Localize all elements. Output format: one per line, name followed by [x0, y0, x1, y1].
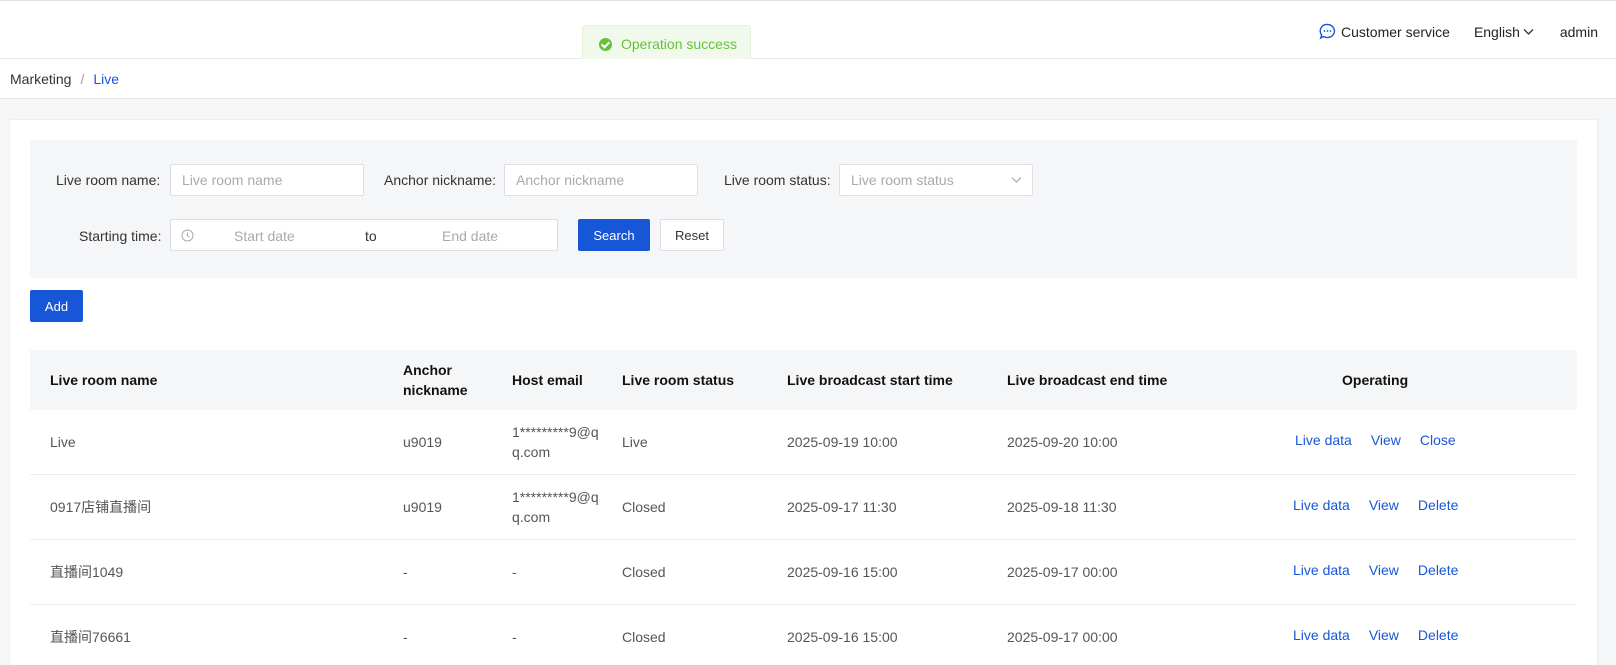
- view-link[interactable]: View: [1371, 432, 1401, 448]
- date-range-picker[interactable]: Start date to End date: [170, 219, 558, 251]
- room-name-label: Live room name:: [56, 172, 161, 188]
- status-cell: Closed: [622, 564, 666, 580]
- view-link[interactable]: View: [1369, 562, 1399, 578]
- chevron-down-icon: [1011, 177, 1022, 183]
- check-circle-icon: [599, 37, 612, 51]
- room-status-select[interactable]: Live room status: [839, 164, 1033, 196]
- language-selector[interactable]: English: [1474, 24, 1534, 40]
- view-link[interactable]: View: [1369, 627, 1399, 643]
- header-actions: Customer service English admin: [1319, 23, 1598, 40]
- end-time-cell: 2025-09-17 00:00: [1007, 564, 1118, 580]
- live-data-link[interactable]: Live data: [1293, 562, 1350, 578]
- row-actions: Live data View Delete: [1293, 497, 1477, 513]
- range-separator: to: [365, 228, 377, 244]
- chat-bubble-icon: [1319, 23, 1336, 40]
- chevron-down-icon: [1523, 28, 1534, 35]
- user-menu[interactable]: admin: [1560, 24, 1598, 40]
- language-label: English: [1473, 23, 1520, 40]
- delete-link[interactable]: Delete: [1418, 627, 1458, 643]
- breadcrumb-current: Live: [93, 70, 120, 87]
- email-cell: 1*********9@qq.com: [512, 424, 599, 460]
- breadcrumb: Marketing / Live: [0, 59, 1616, 99]
- start-time-cell: 2025-09-19 10:00: [787, 434, 898, 450]
- start-time-cell: 2025-09-16 15:00: [787, 564, 898, 580]
- column-header: Anchor nickname: [403, 362, 468, 398]
- end-date-input[interactable]: End date: [442, 228, 498, 244]
- anchor-cell: -: [403, 629, 408, 645]
- room-name-cell: 0917店铺直播间: [50, 499, 152, 515]
- starting-time-label: Starting time:: [79, 228, 162, 244]
- top-bar: Customer service English admin: [0, 0, 1616, 59]
- table-row: 直播间76661 - - Closed 2025-09-16 15:00 202…: [30, 605, 1577, 665]
- row-actions: Live data View Delete: [1293, 562, 1477, 578]
- customer-service-link[interactable]: Customer service: [1319, 23, 1450, 40]
- close-link[interactable]: Close: [1420, 432, 1456, 448]
- table-row: 0917店铺直播间 u9019 1*********9@qq.com Close…: [30, 475, 1577, 540]
- room-name-input[interactable]: Live room name: [170, 164, 364, 196]
- room-status-label: Live room status:: [724, 172, 831, 188]
- search-button[interactable]: Search: [578, 219, 650, 251]
- add-button[interactable]: Add: [30, 290, 83, 322]
- clock-icon: [181, 229, 194, 242]
- filter-panel: Live room name: Live room name Anchor ni…: [30, 140, 1577, 278]
- table-row: Live u9019 1*********9@qq.com Live 2025-…: [30, 410, 1577, 475]
- delete-link[interactable]: Delete: [1418, 497, 1458, 513]
- live-data-link[interactable]: Live data: [1293, 497, 1350, 513]
- column-header: Live room status: [622, 372, 735, 388]
- live-data-link[interactable]: Live data: [1295, 432, 1352, 448]
- column-header: Operating: [1342, 372, 1409, 388]
- start-time-cell: 2025-09-16 15:00: [787, 629, 898, 645]
- live-data-link[interactable]: Live data: [1293, 627, 1350, 643]
- table-header: Live room name Anchor nickname Host emai…: [30, 350, 1577, 410]
- room-name-cell: 直播间76661: [50, 629, 131, 645]
- live-room-table: Live room name Anchor nickname Host emai…: [30, 350, 1577, 665]
- success-toast: Operation success: [582, 25, 751, 63]
- email-cell: -: [512, 564, 517, 580]
- anchor-nickname-label: Anchor nickname:: [384, 172, 497, 188]
- anchor-cell: -: [403, 564, 408, 580]
- customer-service-label: Customer service: [1341, 23, 1450, 40]
- room-name-cell: 直播间1049: [50, 564, 124, 580]
- column-header: Live broadcast end time: [1007, 372, 1168, 388]
- reset-button[interactable]: Reset: [660, 219, 724, 251]
- content-card: Live room name: Live room name Anchor ni…: [9, 119, 1598, 665]
- status-cell: Live: [622, 434, 648, 450]
- end-time-cell: 2025-09-18 11:30: [1007, 499, 1117, 515]
- end-time-cell: 2025-09-17 00:00: [1007, 629, 1118, 645]
- status-cell: Closed: [622, 629, 666, 645]
- column-header: Host email: [512, 372, 583, 388]
- row-actions: Live data View Delete: [1293, 627, 1477, 643]
- table-row: 直播间1049 - - Closed 2025-09-16 15:00 2025…: [30, 540, 1577, 605]
- email-cell: 1*********9@qq.com: [512, 489, 599, 525]
- view-link[interactable]: View: [1369, 497, 1399, 513]
- anchor-cell: u9019: [403, 434, 442, 450]
- start-time-cell: 2025-09-17 11:30: [787, 499, 897, 515]
- column-header: Live broadcast start time: [787, 372, 953, 388]
- status-cell: Closed: [622, 499, 666, 515]
- toast-message: Operation success: [621, 36, 737, 52]
- anchor-cell: u9019: [403, 499, 442, 515]
- row-actions: Live data View Close: [1295, 432, 1475, 448]
- start-date-input[interactable]: Start date: [234, 228, 295, 244]
- end-time-cell: 2025-09-20 10:00: [1007, 434, 1118, 450]
- column-header: Live room name: [50, 372, 158, 388]
- breadcrumb-marketing[interactable]: Marketing: [10, 71, 71, 87]
- room-name-cell: Live: [50, 434, 76, 450]
- breadcrumb-separator: /: [80, 70, 85, 87]
- anchor-nickname-input[interactable]: Anchor nickname: [504, 164, 698, 196]
- delete-link[interactable]: Delete: [1418, 562, 1458, 578]
- email-cell: -: [512, 629, 517, 645]
- room-status-placeholder: Live room status: [851, 172, 954, 188]
